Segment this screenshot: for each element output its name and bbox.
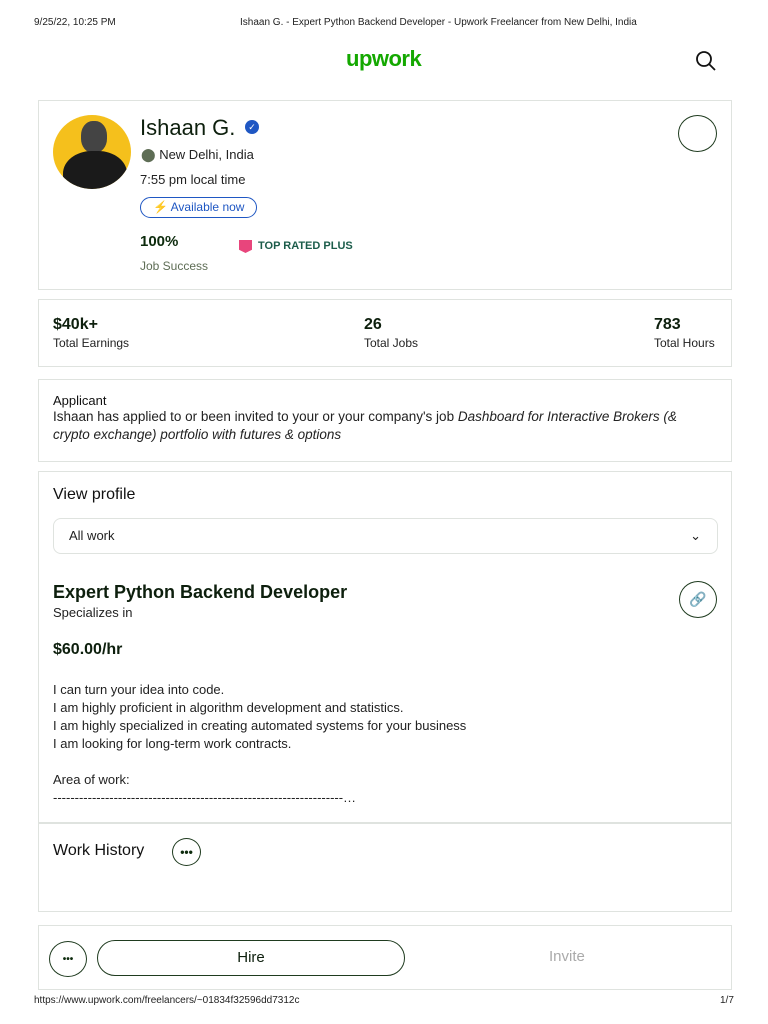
lightning-icon: ⚡ (153, 200, 168, 214)
applicant-card: Applicant Ishaan has applied to or been … (38, 379, 732, 462)
avatar (53, 115, 131, 189)
link-icon: 🔗 (689, 591, 707, 607)
location-text: New Delhi, India (159, 147, 254, 162)
work-history-heading: Work History (53, 842, 145, 859)
location-pin-icon: ⬤ (141, 147, 156, 162)
verified-icon: ✓ (245, 120, 259, 134)
applicant-text: Ishaan has applied to or been invited to… (53, 408, 717, 444)
copy-link-button[interactable]: 🔗 (679, 581, 717, 618)
overview-line: I can turn your idea into code. (53, 682, 225, 697)
profile-title: Expert Python Backend Developer (53, 582, 348, 602)
top-rated-plus-icon (239, 240, 252, 253)
area-of-work-label: Area of work: (53, 772, 130, 787)
freelancer-name: Ishaan G. (140, 115, 236, 140)
profile-card: Ishaan G. ✓ ⬤ New Delhi, India 7:55 pm l… (38, 100, 732, 290)
stat-value: $40k+ (53, 316, 98, 333)
stats-card: $40k+ Total Earnings 26 Total Jobs 783 Tota… (38, 299, 732, 367)
job-success-label: Job Success (140, 259, 209, 273)
location: ⬤ New Delhi, India (141, 147, 254, 163)
print-title: Ishaan G. - Expert Python Backend Develo… (240, 17, 637, 28)
availability-text: Available now (170, 200, 245, 214)
stat-total-jobs: 26 Total Jobs (364, 316, 418, 352)
overview-line: I am highly specialized in creating auto… (53, 718, 467, 733)
applicant-heading: Applicant (53, 393, 107, 408)
overview-divider: ----------------------------------------… (53, 790, 357, 805)
work-filter-select[interactable]: All work ⌄ (53, 518, 718, 554)
stat-value: 783 (654, 316, 681, 333)
availability-badge: ⚡ Available now (140, 197, 258, 218)
action-bar: ••• Hire Invite (38, 925, 732, 990)
stat-label: Total Jobs (364, 336, 419, 350)
overview-line: I am highly proficient in algorithm deve… (53, 700, 404, 715)
more-options-button[interactable]: ••• (49, 941, 87, 977)
invite-button[interactable]: Invite (549, 948, 585, 965)
print-page-number: 1/7 (720, 995, 734, 1006)
view-profile-heading: View profile (53, 486, 136, 503)
chevron-down-icon: ⌄ (690, 528, 701, 543)
overview: I can turn your idea into code. I am hig… (53, 681, 466, 807)
search-icon[interactable] (695, 50, 717, 77)
select-value: All work (69, 528, 115, 543)
stat-total-hours: 783 Total Hours (654, 316, 715, 352)
view-profile-card: View profile All work ⌄ Expert Python Bac… (38, 471, 732, 823)
stat-value: 26 (364, 316, 382, 333)
stat-total-earnings: $40k+ Total Earnings (53, 316, 129, 352)
work-history-card: Work History ••• (38, 823, 732, 912)
print-datetime: 9/25/22, 10:25 PM (34, 17, 116, 28)
hire-button[interactable]: Hire (97, 940, 405, 976)
upwork-logo[interactable]: upwork (346, 46, 422, 72)
stat-label: Total Earnings (53, 336, 130, 350)
applicant-description: Ishaan has applied to or been invited to… (53, 409, 458, 424)
top-rated-badge: TOP RATED PLUS (258, 240, 353, 252)
hourly-rate: $60.00/hr (53, 641, 123, 658)
work-history-more-button[interactable]: ••• (172, 838, 201, 866)
overview-line: I am looking for long-term work contract… (53, 736, 292, 751)
print-url: https://www.upwork.com/freelancers/~0183… (34, 995, 300, 1006)
save-freelancer-button[interactable] (678, 115, 717, 152)
stat-label: Total Hours (654, 336, 715, 350)
job-success-value: 100% (140, 233, 179, 250)
local-time: 7:55 pm local time (140, 172, 246, 187)
specializes-label: Specializes in (53, 605, 133, 620)
